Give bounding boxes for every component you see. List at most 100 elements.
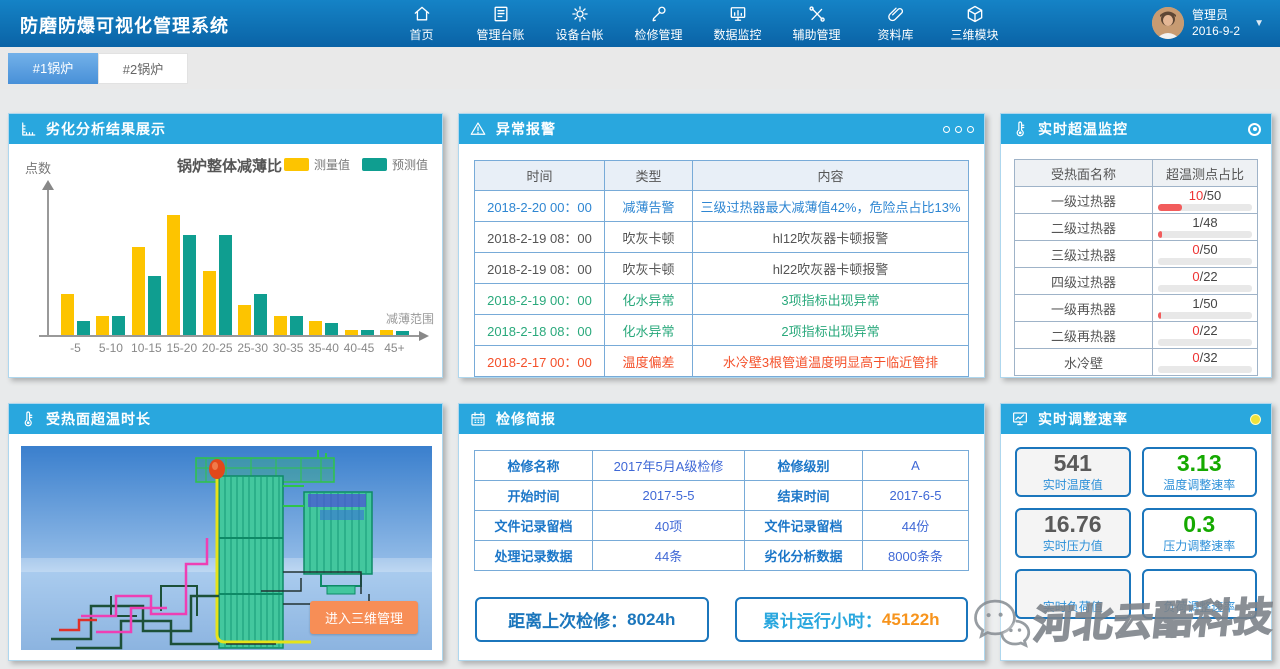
overtemp-progress-track bbox=[1158, 312, 1252, 319]
maintenance-value: 44条 bbox=[593, 541, 745, 571]
overtemp-row: 四级过热器0/22 bbox=[1015, 268, 1258, 295]
chevron-down-icon[interactable]: ▼ bbox=[1254, 18, 1264, 29]
nav-item-5[interactable]: 数据监控 bbox=[698, 0, 777, 47]
alarm-type: 温度偏差 bbox=[605, 346, 693, 377]
surface-name: 水冷壁 bbox=[1015, 349, 1153, 376]
alarm-table: 时间类型内容 2018-2-20 00：00减薄告警三级过热器最大减薄值42%，… bbox=[474, 160, 969, 377]
surface-name: 一级再热器 bbox=[1015, 295, 1153, 322]
maintenance-row: 检修名称2017年5月A级检修检修级别A bbox=[475, 451, 969, 481]
user-menu[interactable]: 管理员 2016-9-2 ▼ bbox=[1152, 7, 1264, 39]
alarm-row[interactable]: 2018-2-20 00：00减薄告警三级过热器最大减薄值42%，危险点占比13… bbox=[475, 191, 969, 222]
bar-group bbox=[201, 235, 234, 335]
overtemp-column-header: 超温测点占比 bbox=[1153, 160, 1258, 187]
bar-测量值 bbox=[167, 215, 180, 335]
legend-item: 测量值 bbox=[284, 156, 350, 173]
button-value: 8024h bbox=[627, 610, 675, 630]
panel-title: 检修简报 bbox=[496, 409, 556, 429]
x-tick-label: 20-25 bbox=[201, 341, 234, 355]
card-value: 3.13 bbox=[1144, 450, 1256, 476]
y-axis-arrow bbox=[42, 180, 54, 190]
card-value bbox=[1017, 572, 1129, 598]
adjust-card: 0.3压力调整速率 bbox=[1142, 508, 1258, 558]
overtemp-progress-track bbox=[1158, 285, 1252, 292]
x-tick-labels: -55-1010-1515-2020-2525-3030-3535-4040-4… bbox=[59, 341, 411, 355]
panel-title: 实时调整速率 bbox=[1038, 409, 1128, 429]
bar-测量值 bbox=[238, 305, 251, 335]
panel-adjust-rate: 实时调整速率 541实时温度值 3.13温度调整速率 16.76实时压力值0.3压力… bbox=[1000, 403, 1272, 661]
panel-title: 实时超温监控 bbox=[1038, 119, 1128, 139]
tab-boiler-1[interactable]: #1锅炉 bbox=[8, 53, 98, 84]
alarm-type: 减薄告警 bbox=[605, 191, 693, 222]
alarm-row[interactable]: 2018-2-18 08：00化水异常2项指标出现异常 bbox=[475, 315, 969, 346]
nav-item-8[interactable]: 三维模块 bbox=[935, 0, 1014, 47]
tab-boiler-2[interactable]: #2锅炉 bbox=[98, 53, 188, 84]
overtemp-row: 二级再热器0/22 bbox=[1015, 322, 1258, 349]
bar-group bbox=[94, 316, 127, 335]
card-value bbox=[1144, 572, 1256, 598]
nav-item-6[interactable]: 辅助管理 bbox=[777, 0, 856, 47]
main-nav: 首页管理台账设备台帐检修管理数据监控辅助管理资料库三维模块 bbox=[382, 0, 1014, 47]
nav-item-7[interactable]: 资料库 bbox=[856, 0, 935, 47]
last-maintenance-button[interactable]: 距离上次检修：8024h bbox=[475, 597, 709, 642]
maintenance-row: 处理记录数据44条劣化分析数据8000条条 bbox=[475, 541, 969, 571]
x-axis bbox=[39, 335, 421, 337]
card-label: 温度调整速率 bbox=[1144, 476, 1256, 493]
bar-测量值 bbox=[274, 316, 287, 335]
nav-item-label: 管理台账 bbox=[476, 26, 524, 43]
overtemp-progress-track bbox=[1158, 204, 1252, 211]
alarm-row[interactable]: 2018-2-19 08：00吹灰卡顿hl12吹灰器卡顿报警 bbox=[475, 222, 969, 253]
nav-item-3[interactable]: 设备台帐 bbox=[540, 0, 619, 47]
button-value: 45122h bbox=[882, 610, 940, 630]
overtemp-ratio-cell: 0/22 bbox=[1153, 322, 1258, 349]
alarm-time: 2018-2-19 08：00 bbox=[475, 222, 605, 253]
more-options-dots[interactable] bbox=[943, 126, 974, 133]
alarm-row[interactable]: 2018-2-17 00：00温度偏差水冷壁3根管道温度明显高于临近管排 bbox=[475, 346, 969, 377]
overtemp-progress-fill bbox=[1158, 204, 1182, 211]
nav-item-4[interactable]: 检修管理 bbox=[619, 0, 698, 47]
panel-maintenance-brief: 检修简报 检修名称2017年5月A级检修检修级别A开始时间2017-5-5结束时… bbox=[458, 403, 985, 661]
button-label: 累计运行小时： bbox=[763, 607, 882, 632]
alarm-time: 2018-2-17 00：00 bbox=[475, 346, 605, 377]
user-name: 管理员 bbox=[1192, 7, 1240, 23]
overtemp-ratio-cell: 10/50 bbox=[1153, 187, 1258, 214]
bar-测量值 bbox=[61, 294, 74, 335]
bar-group bbox=[307, 321, 340, 335]
overtemp-ratio: 1/50 bbox=[1158, 297, 1252, 311]
tools-icon bbox=[807, 4, 827, 24]
paperclip-icon bbox=[886, 4, 906, 24]
overtemp-column-header: 受热面名称 bbox=[1015, 160, 1153, 187]
surface-name: 一级过热器 bbox=[1015, 187, 1153, 214]
overtemp-numerator: 1 bbox=[1192, 215, 1199, 230]
nav-item-label: 辅助管理 bbox=[792, 26, 840, 43]
alarm-content: hl22吹灰器卡顿报警 bbox=[693, 253, 969, 284]
nav-item-2[interactable]: 管理台账 bbox=[461, 0, 540, 47]
bar-预测值 bbox=[254, 294, 267, 335]
panel-heating-surface-3d: 受热面超温时长 bbox=[8, 403, 443, 661]
bar-预测值 bbox=[183, 235, 196, 335]
overtemp-ratio: 10/50 bbox=[1158, 189, 1252, 203]
panel-overtemp-monitor: 实时超温监控 受热面名称超温测点占比 一级过热器10/50二级过热器1/48三级… bbox=[1000, 113, 1272, 378]
nav-item-1[interactable]: 首页 bbox=[382, 0, 461, 47]
y-axis bbox=[47, 190, 49, 336]
alarm-content: 2项指标出现异常 bbox=[693, 315, 969, 346]
alarm-row[interactable]: 2018-2-19 08：00吹灰卡顿hl22吹灰器卡顿报警 bbox=[475, 253, 969, 284]
adjust-card: 541实时温度值 bbox=[1015, 447, 1131, 497]
monitor-icon bbox=[728, 4, 748, 24]
total-hours-button[interactable]: 累计运行小时：45122h bbox=[735, 597, 969, 642]
overtemp-table: 受热面名称超温测点占比 一级过热器10/50二级过热器1/48三级过热器0/50… bbox=[1014, 159, 1258, 376]
maintenance-buttons: 距离上次检修：8024h 累计运行小时：45122h bbox=[475, 597, 968, 642]
card-value: 541 bbox=[1017, 450, 1129, 476]
enter-3d-management-button[interactable]: 进入三维管理 bbox=[310, 601, 418, 634]
thermometer-icon bbox=[1011, 120, 1029, 138]
maintenance-value: 40项 bbox=[593, 511, 745, 541]
overtemp-progress-fill bbox=[1158, 231, 1162, 238]
avatar[interactable] bbox=[1152, 7, 1184, 39]
overtemp-numerator: 0 bbox=[1192, 323, 1199, 338]
panel-maintenance-header: 检修简报 bbox=[459, 404, 984, 434]
user-date: 2016-9-2 bbox=[1192, 23, 1240, 39]
alarm-row[interactable]: 2018-2-19 00：00化水异常3项指标出现异常 bbox=[475, 284, 969, 315]
adjust-card: 16.76实时压力值 bbox=[1015, 508, 1131, 558]
maintenance-table: 检修名称2017年5月A级检修检修级别A开始时间2017-5-5结束时间2017… bbox=[474, 450, 969, 571]
maintenance-value: 2017年5月A级检修 bbox=[593, 451, 745, 481]
alarm-time: 2018-2-20 00：00 bbox=[475, 191, 605, 222]
